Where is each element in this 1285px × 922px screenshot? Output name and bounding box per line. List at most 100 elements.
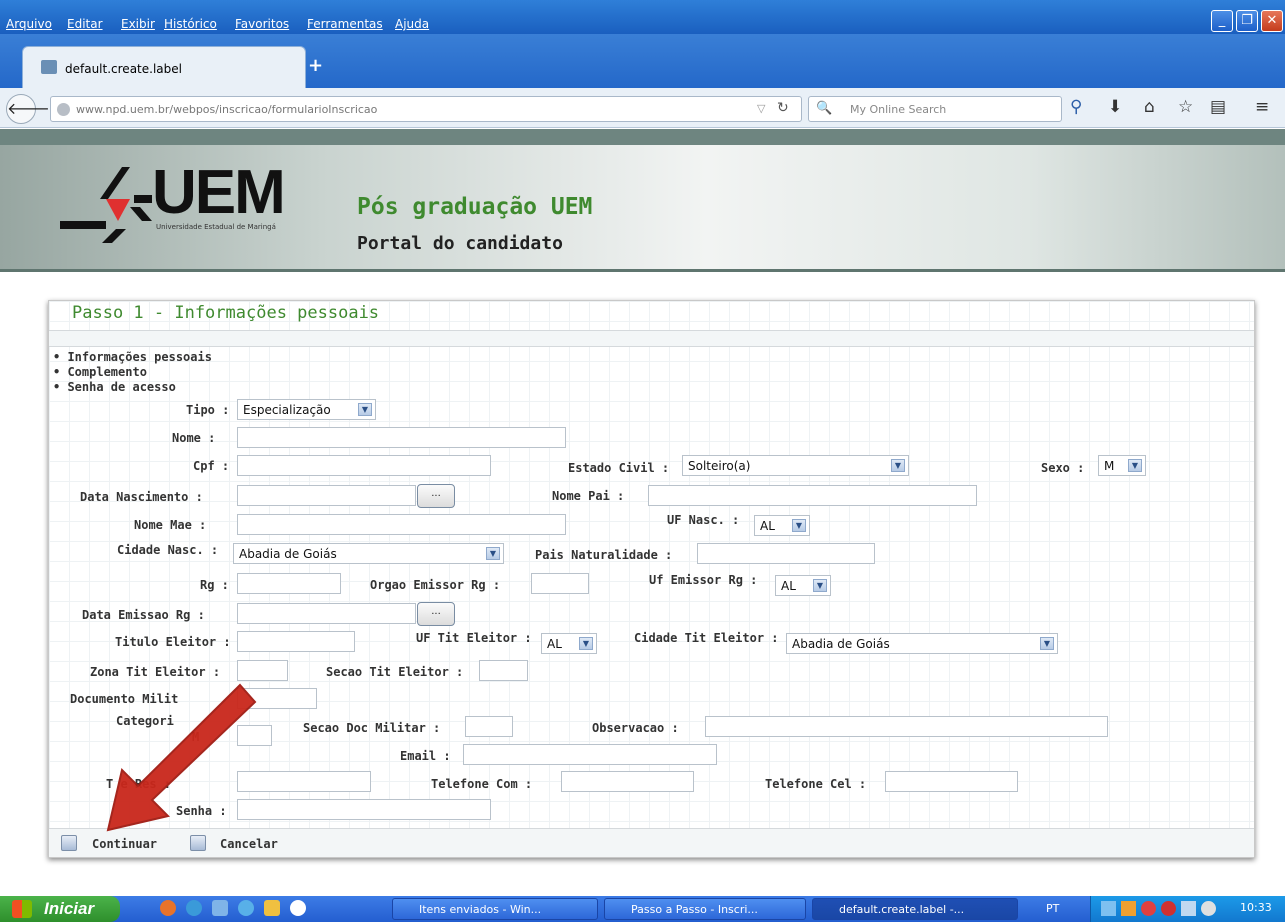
sexo-value: M: [1104, 459, 1115, 473]
rg-input[interactable]: [237, 573, 341, 594]
data-emissao-picker-button[interactable]: ...: [417, 602, 455, 626]
task-passo-a-passo[interactable]: Passo a Passo - Inscri...: [604, 898, 806, 920]
chevron-down-icon: ▼: [891, 459, 905, 472]
task-default-create-label[interactable]: default.create.label -...: [812, 898, 1018, 920]
logo-subtitle: Universidade Estadual de Maringá: [156, 223, 276, 231]
telefone-cel-label: Telefone Cel :: [765, 777, 867, 791]
telefone-com-input[interactable]: [561, 771, 694, 792]
titulo-eleitor-input[interactable]: [237, 631, 355, 652]
outlook-quicklaunch-icon[interactable]: [212, 900, 228, 916]
secao-doc-militar-label: Secao Doc Militar :: [303, 721, 441, 735]
tray-icon-1[interactable]: [1101, 901, 1116, 916]
menu-favoritos[interactable]: Favoritos: [235, 17, 289, 31]
minimize-button[interactable]: _: [1211, 10, 1233, 32]
observacao-label: Observacao :: [592, 721, 679, 735]
pais-naturalidade-input[interactable]: [697, 543, 875, 564]
browser-tab[interactable]: default.create.label: [22, 46, 306, 88]
chrome-quicklaunch-icon[interactable]: [290, 900, 306, 916]
reload-icon[interactable]: ↻: [777, 100, 789, 116]
ie2-quicklaunch-icon[interactable]: [238, 900, 254, 916]
ie-quicklaunch-icon[interactable]: [186, 900, 202, 916]
tipo-value: Especialização: [243, 403, 331, 417]
data-nascimento-picker-button[interactable]: ...: [417, 484, 455, 508]
firefox-quicklaunch-icon[interactable]: [160, 900, 176, 916]
back-button[interactable]: 🡐: [6, 94, 50, 124]
cpf-label: Cpf :: [193, 459, 230, 473]
restore-button[interactable]: ❐: [1236, 10, 1258, 32]
email-input[interactable]: [463, 744, 717, 765]
menu-historico[interactable]: Histórico: [164, 17, 217, 31]
language-indicator[interactable]: PT: [1046, 902, 1059, 915]
nome-label: Nome :: [172, 431, 216, 445]
sexo-select[interactable]: M ▼: [1098, 455, 1146, 476]
rg-label: Rg :: [200, 578, 229, 592]
volume-icon[interactable]: [1201, 901, 1216, 916]
tipo-select[interactable]: Especialização ▼: [237, 399, 376, 420]
step-complemento: • Complemento: [53, 365, 147, 379]
bookmark-star-icon[interactable]: ☆: [1178, 97, 1193, 117]
secao-tit-eleitor-input[interactable]: [479, 660, 528, 681]
menu-icon[interactable]: ≡: [1255, 97, 1269, 117]
senha-input[interactable]: [237, 799, 491, 820]
search-bar[interactable]: 🔍 My Online Search: [808, 96, 1062, 122]
tray-icon-4[interactable]: [1161, 901, 1176, 916]
uf-tit-eleitor-select[interactable]: AL ▼: [541, 633, 597, 654]
uf-emissor-select[interactable]: AL ▼: [775, 575, 831, 596]
search-engine-icon[interactable]: 🔍: [816, 101, 832, 116]
nome-mae-input[interactable]: [237, 514, 566, 535]
bookmarks-list-icon[interactable]: ▤: [1210, 97, 1226, 117]
uf-emissor-label: Uf Emissor Rg :: [649, 573, 758, 587]
cidade-tit-eleitor-value: Abadia de Goiás: [792, 637, 890, 651]
panel-divider: [49, 330, 1254, 347]
estado-civil-select[interactable]: Solteiro(a) ▼: [682, 455, 909, 476]
data-nascimento-label: Data Nascimento :: [80, 490, 203, 504]
menu-exibir[interactable]: Exibir: [121, 17, 155, 31]
tray-icon-3[interactable]: [1141, 901, 1156, 916]
data-nascimento-input[interactable]: [237, 485, 416, 506]
search-icon[interactable]: ⚲: [1070, 97, 1082, 117]
save-icon: [61, 835, 77, 851]
nome-input[interactable]: [237, 427, 566, 448]
step-senha: • Senha de acesso: [53, 380, 176, 394]
home-icon[interactable]: ⌂: [1144, 97, 1155, 117]
telefone-cel-input[interactable]: [885, 771, 1018, 792]
tipo-label: Tipo :: [186, 403, 230, 417]
network-icon[interactable]: [1181, 901, 1196, 916]
start-button[interactable]: Iniciar: [0, 896, 120, 922]
uem-logo-icon: [60, 167, 152, 243]
new-tab-icon[interactable]: +: [308, 55, 323, 76]
tray-icon-2[interactable]: [1121, 901, 1136, 916]
folder-quicklaunch-icon[interactable]: [264, 900, 280, 916]
uf-tit-eleitor-label: UF Tit Eleitor :: [416, 631, 532, 645]
tab-title: default.create.label: [65, 62, 182, 76]
menu-arquivo[interactable]: Arquivo: [6, 17, 52, 31]
menu-ajuda[interactable]: Ajuda: [395, 17, 429, 31]
dropdown-icon[interactable]: ▽: [757, 102, 765, 115]
cidade-tit-eleitor-select[interactable]: Abadia de Goiás ▼: [786, 633, 1058, 654]
task-itens-enviados[interactable]: Itens enviados - Win...: [392, 898, 598, 920]
page-favicon-icon: [41, 60, 57, 74]
close-button[interactable]: ✕: [1261, 10, 1283, 32]
orgao-emissor-label: Orgao Emissor Rg :: [370, 578, 501, 592]
annotation-arrow: [106, 683, 257, 832]
chevron-down-icon: ▼: [1040, 637, 1054, 650]
data-emissao-input[interactable]: [237, 603, 416, 624]
data-emissao-label: Data Emissao Rg :: [82, 608, 205, 622]
orgao-emissor-input[interactable]: [531, 573, 589, 594]
cidade-nasc-value: Abadia de Goiás: [239, 547, 337, 561]
globe-icon: [57, 103, 70, 116]
cidade-nasc-select[interactable]: Abadia de Goiás ▼: [233, 543, 504, 564]
menu-editar[interactable]: Editar: [67, 17, 103, 31]
menu-ferramentas[interactable]: Ferramentas: [307, 17, 383, 31]
step-informacoes: • Informações pessoais: [53, 350, 212, 364]
observacao-input[interactable]: [705, 716, 1108, 737]
zona-tit-eleitor-input[interactable]: [237, 660, 288, 681]
cpf-input[interactable]: [237, 455, 491, 476]
nome-pai-input[interactable]: [648, 485, 977, 506]
download-icon[interactable]: ⬇: [1108, 97, 1122, 117]
secao-doc-militar-input[interactable]: [465, 716, 513, 737]
site-subtitle: Portal do candidato: [357, 233, 563, 254]
url-bar[interactable]: www.npd.uem.br/webpos/inscricao/formular…: [50, 96, 802, 122]
panel-title: Passo 1 - Informações pessoais: [72, 303, 380, 323]
uf-nasc-select[interactable]: AL ▼: [754, 515, 810, 536]
